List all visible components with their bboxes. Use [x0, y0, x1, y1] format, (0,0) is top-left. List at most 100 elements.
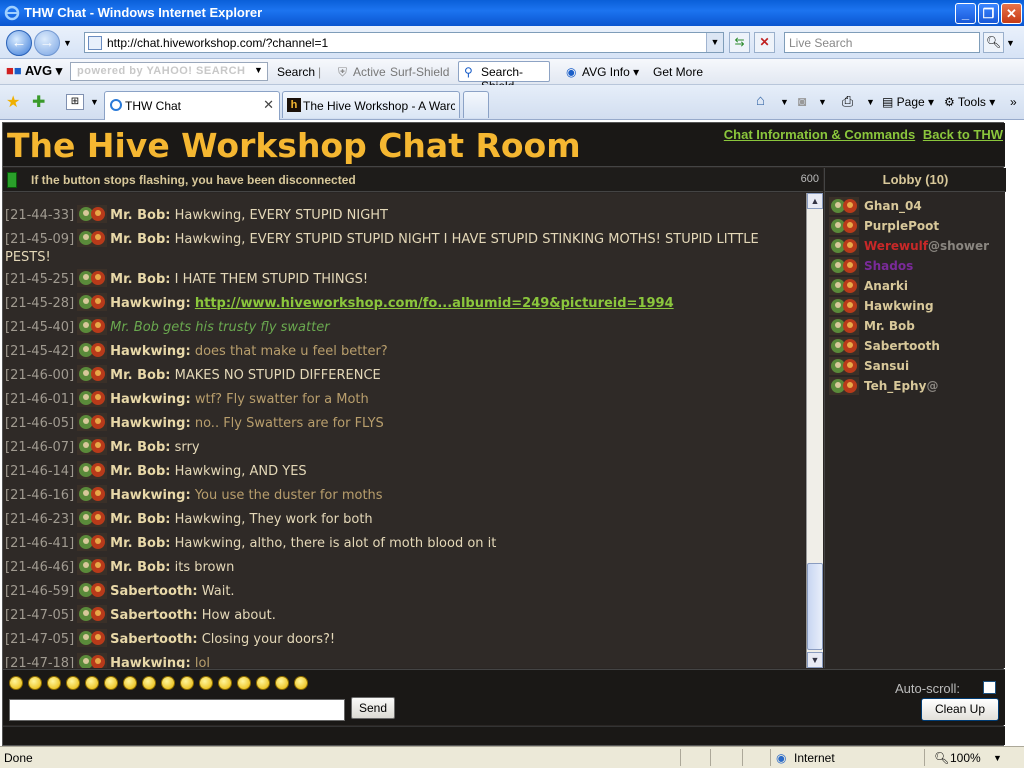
clean-up-button[interactable]: Clean Up [921, 698, 999, 721]
tab-hive-workshop[interactable]: h The Hive Workshop - A Warc... [282, 91, 460, 118]
message-text: Mr. Bob gets his trusty fly swatter [110, 320, 330, 335]
history-dropdown-icon[interactable]: ▼ [63, 38, 72, 48]
live-search-input[interactable]: Live Search [784, 32, 980, 53]
zoom-dropdown-icon[interactable]: ▼ [993, 753, 1002, 763]
tab-list-dropdown-icon[interactable]: ▼ [90, 97, 99, 107]
lobby-user[interactable]: PurplePoot [829, 216, 1005, 236]
maximize-button[interactable]: ❐ [978, 3, 999, 24]
home-dropdown-icon[interactable]: ▼ [780, 97, 789, 107]
chat-info-link[interactable]: Chat Information & Commands [724, 127, 915, 142]
smiley-tongue-icon[interactable] [256, 676, 270, 690]
close-window-button[interactable]: ✕ [1001, 3, 1022, 24]
message-author[interactable]: Hawkwing: [110, 344, 191, 359]
message-author[interactable]: Hawkwing: [110, 488, 191, 503]
lobby-user[interactable]: Werewulf@shower [829, 236, 1005, 256]
back-to-thw-link[interactable]: Back to THW [923, 127, 1003, 142]
surf-shield-label[interactable]: Surf-Shield [390, 65, 449, 79]
smiley-blush-icon[interactable] [275, 676, 289, 690]
message-author[interactable]: Sabertooth: [110, 608, 197, 623]
message-author[interactable]: Mr. Bob: [110, 272, 170, 287]
smiley-frown-icon[interactable] [180, 676, 194, 690]
smiley-shades-icon[interactable] [294, 676, 308, 690]
lobby-user[interactable]: Anarki [829, 276, 1005, 296]
yahoo-search-input[interactable]: powered by YAHOO! SEARCH [70, 62, 268, 81]
smiley-wink-icon[interactable] [161, 676, 175, 690]
feeds-dropdown-icon[interactable]: ▼ [818, 97, 827, 107]
lobby-user[interactable]: Mr. Bob [829, 316, 1005, 336]
message-author[interactable]: Sabertooth: [110, 632, 197, 647]
page-menu[interactable]: ▤ Page ▾ [882, 95, 934, 109]
more-commands-icon[interactable]: » [1010, 95, 1017, 109]
user-status-suffix: @ [926, 379, 939, 393]
message-author[interactable]: Mr. Bob: [110, 536, 170, 551]
stop-button[interactable]: ✕ [754, 32, 775, 53]
smiley-grin-icon[interactable] [85, 676, 99, 690]
message-author[interactable]: Mr. Bob: [110, 368, 170, 383]
get-more-button[interactable]: Get More [653, 65, 703, 79]
scroll-thumb[interactable] [807, 563, 823, 650]
scroll-up-icon[interactable]: ▲ [807, 193, 823, 209]
active-label[interactable]: Active [353, 65, 386, 79]
message-author[interactable]: Hawkwing: [110, 656, 191, 668]
autoscroll-checkbox[interactable] [983, 681, 996, 694]
message-author[interactable]: Mr. Bob: [110, 464, 170, 479]
message-author[interactable]: Mr. Bob: [110, 512, 170, 527]
refresh-button[interactable]: ⇆ [729, 32, 750, 53]
message-author[interactable]: Hawkwing: [110, 416, 191, 431]
message-author[interactable]: Hawkwing: [110, 296, 191, 311]
lobby-user[interactable]: Ghan_04 [829, 196, 1005, 216]
message-author[interactable]: Mr. Bob: [110, 560, 170, 575]
address-dropdown-icon[interactable]: ▼ [706, 33, 723, 52]
back-button[interactable]: ← [6, 30, 32, 56]
zoom-level[interactable]: 100% [950, 751, 981, 765]
avg-info-button[interactable]: AVG Info ▾ [582, 65, 639, 79]
print-dropdown-icon[interactable]: ▼ [866, 97, 875, 107]
smiley-question-icon[interactable] [218, 676, 232, 690]
search-shield-button[interactable]: ⚲Search-Shield [458, 61, 550, 93]
smiley-smirk-icon[interactable] [123, 676, 137, 690]
feeds-icon[interactable]: ◙ [798, 93, 806, 109]
address-url[interactable]: http://chat.hiveworkshop.com/?channel=1 [107, 36, 328, 50]
search-options-icon[interactable]: ▼ [1006, 38, 1015, 48]
smiley-sad-icon[interactable] [142, 676, 156, 690]
tab-thw-chat[interactable]: THW Chat ✕ [104, 91, 280, 120]
smiley-confused-icon[interactable] [104, 676, 118, 690]
smiley-cool-icon[interactable] [47, 676, 61, 690]
lobby-user[interactable]: Sansui [829, 356, 1005, 376]
tools-menu[interactable]: ⚙ Tools ▾ [944, 95, 995, 109]
message-scrollbar[interactable]: ▲ ▼ [806, 193, 823, 668]
lobby-user[interactable]: Teh_Ephy@ [829, 376, 1005, 396]
close-tab-icon[interactable]: ✕ [263, 97, 274, 113]
message-link[interactable]: http://www.hiveworkshop.com/fo...albumid… [195, 296, 674, 311]
message-author[interactable]: Sabertooth: [110, 584, 197, 599]
avg-search-button[interactable]: Search [277, 65, 315, 79]
message-author[interactable]: Mr. Bob: [110, 208, 170, 223]
address-field[interactable]: http://chat.hiveworkshop.com/?channel=1 … [84, 32, 724, 53]
home-icon[interactable]: ⌂ [756, 92, 765, 109]
smiley-exclaim-icon[interactable] [199, 676, 213, 690]
new-tab-button[interactable] [463, 91, 489, 118]
yahoo-dropdown-icon[interactable]: ▼ [254, 65, 263, 75]
lobby-user[interactable]: Shados [829, 256, 1005, 276]
minimize-button[interactable]: _ [955, 3, 976, 24]
lobby-user[interactable]: Sabertooth [829, 336, 1005, 356]
print-icon[interactable]: ⎙ [842, 93, 853, 110]
message-list[interactable]: [21-44-33] Mr. Bob: Hawkwing, EVERY STUPI… [3, 193, 805, 668]
smiley-smile-icon[interactable] [9, 676, 23, 690]
add-favorites-icon[interactable]: ✚ [32, 92, 45, 112]
smiley-laugh-icon[interactable] [237, 676, 251, 690]
avg-logo[interactable]: ■■ AVG ▾ [6, 63, 62, 79]
message-author[interactable]: Hawkwing: [110, 392, 191, 407]
message-author[interactable]: Mr. Bob: [110, 232, 170, 247]
message-input[interactable] [9, 699, 345, 721]
lobby-user[interactable]: Hawkwing [829, 296, 1005, 316]
forward-button[interactable]: → [34, 30, 60, 56]
send-button[interactable]: Send [351, 697, 395, 719]
search-go-button[interactable]: 🔍︎ [983, 32, 1004, 53]
favorites-star-icon[interactable]: ★ [6, 92, 20, 112]
scroll-down-icon[interactable]: ▼ [807, 652, 823, 668]
quick-tabs-icon[interactable]: ⊞ [66, 94, 84, 110]
message-author[interactable]: Mr. Bob: [110, 440, 170, 455]
smiley-neutral-icon[interactable] [66, 676, 80, 690]
smiley-happy-icon[interactable] [28, 676, 42, 690]
